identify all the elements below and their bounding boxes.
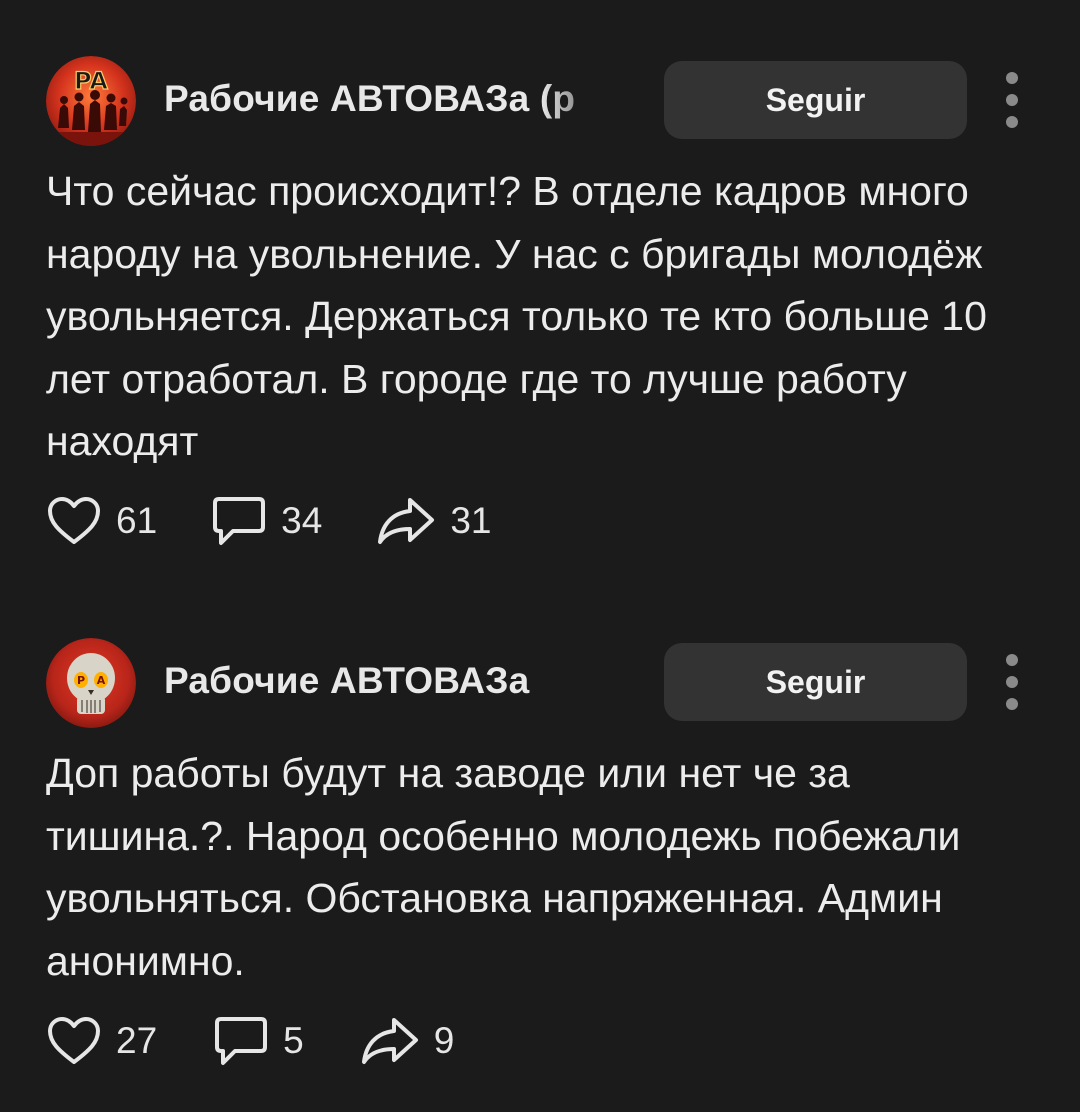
speech-bubble-icon xyxy=(215,1017,268,1065)
svg-text:A: A xyxy=(97,674,106,687)
vertical-ellipsis-icon[interactable] xyxy=(996,654,1028,710)
menu-dot xyxy=(1006,72,1018,84)
menu-dot xyxy=(1006,116,1018,128)
share-count: 9 xyxy=(433,1020,455,1061)
comment-count: 34 xyxy=(281,500,323,541)
comment-button[interactable]: 5 xyxy=(213,1013,304,1069)
pa-workers-logo-icon: PA xyxy=(46,56,136,146)
share-arrow-icon xyxy=(361,1018,418,1064)
share-count: 31 xyxy=(450,500,492,541)
post-header: PA Рабочие АВТОВАЗа (р Seguir xyxy=(0,52,1080,148)
share-button[interactable]: 31 xyxy=(376,495,491,547)
like-button[interactable]: 27 xyxy=(46,1015,157,1067)
heart-icon xyxy=(48,1017,100,1064)
avatar[interactable]: P A xyxy=(46,638,136,728)
menu-dot xyxy=(1006,654,1018,666)
follow-button[interactable]: Seguir xyxy=(664,643,967,721)
like-count: 61 xyxy=(116,500,158,541)
menu-dot xyxy=(1006,676,1018,688)
speech-bubble-icon xyxy=(213,497,266,545)
post-text: Доп работы будут на заводе или нет че за… xyxy=(46,750,961,984)
share-button[interactable]: 9 xyxy=(360,1015,455,1067)
post-actions: 61 34 31 xyxy=(46,491,491,551)
comment-count: 5 xyxy=(283,1020,304,1061)
heart-icon xyxy=(48,497,100,544)
post-text: Что сейчас происходит!? В отделе кадров … xyxy=(46,168,987,464)
share-arrow-icon xyxy=(378,498,435,544)
like-count: 27 xyxy=(116,1020,158,1061)
author-name[interactable]: Рабочие АВТОВАЗа xyxy=(164,660,529,702)
avatar[interactable]: PA xyxy=(46,56,136,146)
vertical-ellipsis-icon[interactable] xyxy=(996,72,1028,128)
like-button[interactable]: 61 xyxy=(46,495,157,547)
author-name[interactable]: Рабочие АВТОВАЗа (р xyxy=(164,78,624,120)
skull-logo-icon: P A xyxy=(46,638,136,728)
menu-dot xyxy=(1006,698,1018,710)
post-card: P A Рабочие АВТОВАЗа Seguir Доп работы б… xyxy=(0,634,1080,1065)
svg-text:P: P xyxy=(77,674,85,687)
post-header: P A Рабочие АВТОВАЗа Seguir xyxy=(0,634,1080,730)
post-card: PA Рабочие АВТОВАЗа (р Seguir Что сейчас… xyxy=(0,52,1080,545)
post-actions: 27 5 9 xyxy=(46,1011,454,1071)
menu-dot xyxy=(1006,94,1018,106)
svg-text:PA: PA xyxy=(74,67,108,95)
follow-button[interactable]: Seguir xyxy=(664,61,967,139)
comment-button[interactable]: 34 xyxy=(211,493,322,549)
